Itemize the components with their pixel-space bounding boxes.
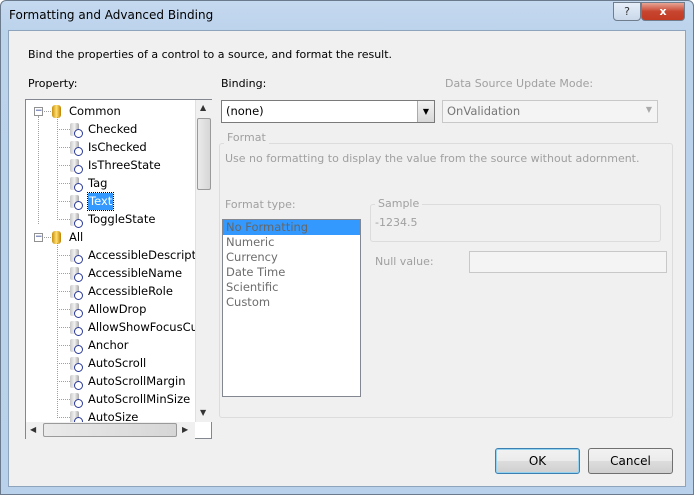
property-unbound-icon — [70, 177, 83, 192]
tree-line — [57, 381, 70, 382]
tree-item[interactable]: Text — [86, 192, 115, 211]
sample-label: Sample — [375, 197, 423, 210]
null-value-label: Null value: — [375, 255, 434, 268]
tree-item[interactable]: AutoScroll — [88, 355, 146, 372]
tree-item[interactable]: IsThreeState — [88, 157, 161, 174]
scroll-down-arrow-icon[interactable]: ▼ — [200, 408, 206, 417]
tree-line — [57, 417, 70, 418]
tree-line — [57, 201, 70, 202]
property-unbound-icon — [70, 321, 83, 336]
tree-item[interactable]: AccessibleName — [88, 265, 182, 282]
chevron-down-icon: ▼ — [645, 105, 652, 114]
window-title: Formatting and Advanced Binding — [9, 8, 214, 22]
property-label: Property: — [28, 77, 78, 90]
property-unbound-icon — [70, 357, 83, 372]
tree-line — [57, 363, 70, 364]
scroll-left-arrow-icon[interactable]: ◀ — [30, 425, 36, 434]
scroll-right-arrow-icon[interactable]: ▶ — [182, 425, 188, 434]
property-unbound-icon — [70, 285, 83, 300]
binding-label: Binding: — [221, 77, 267, 90]
update-mode-dropdown[interactable]: OnValidation ▼ — [442, 100, 658, 123]
tree-line — [44, 111, 51, 112]
tree-line — [57, 327, 70, 328]
tree-line — [44, 237, 51, 238]
format-type-list[interactable]: No Formatting Numeric Currency Date Time Sci… — [222, 219, 361, 397]
property-unbound-icon — [70, 159, 83, 174]
property-unbound-icon — [70, 339, 83, 354]
binding-dropdown[interactable]: (none) ▼ — [221, 100, 435, 123]
tree-item[interactable]: AccessibleDescriptio — [88, 247, 206, 264]
tree-line — [57, 243, 58, 418]
format-type-option[interactable]: Custom — [223, 295, 360, 310]
tree-item[interactable]: AllowShowFocusCu — [88, 319, 198, 336]
property-unbound-icon — [70, 303, 83, 318]
format-type-option[interactable]: Date Time — [223, 265, 360, 280]
close-button[interactable]: x — [641, 2, 685, 21]
tree-line — [57, 147, 70, 148]
tree-line — [57, 399, 70, 400]
tree-line — [57, 255, 70, 256]
ok-button[interactable]: OK — [495, 448, 580, 474]
cancel-button[interactable]: Cancel — [588, 448, 673, 474]
null-value-input[interactable] — [469, 251, 667, 273]
property-unbound-icon — [70, 213, 83, 228]
property-tree[interactable]: − Common Checked IsChecked IsThreeState … — [25, 99, 212, 439]
tree-line — [57, 219, 70, 220]
collapse-toggle-icon[interactable]: − — [34, 233, 43, 242]
sample-value: -1234.5 — [375, 216, 418, 229]
tree-item[interactable]: AccessibleRole — [88, 283, 173, 300]
tree-line — [38, 116, 39, 224]
tree-line — [57, 291, 70, 292]
tree-item[interactable]: Checked — [88, 121, 137, 138]
property-unbound-icon — [70, 393, 83, 408]
tree-line — [57, 273, 70, 274]
help-button[interactable]: ? — [613, 2, 641, 21]
horizontal-scroll-thumb[interactable] — [43, 423, 177, 437]
tree-line — [57, 165, 70, 166]
tree-item[interactable]: IsChecked — [88, 139, 147, 156]
tree-item[interactable]: Anchor — [88, 337, 129, 354]
format-type-option[interactable]: Scientific — [223, 280, 360, 295]
tree-line — [57, 183, 70, 184]
tree-line — [57, 309, 70, 310]
horizontal-scrollbar[interactable]: ◀ ▶ — [26, 422, 195, 439]
update-mode-value: OnValidation — [447, 104, 521, 118]
tree-item[interactable]: AutoScrollMargin — [88, 373, 186, 390]
property-unbound-icon — [70, 123, 83, 138]
property-unbound-icon — [70, 141, 83, 156]
tree-item[interactable]: ToggleState — [88, 211, 155, 228]
vertical-scroll-thumb[interactable] — [197, 118, 211, 190]
format-group-title: Format — [224, 131, 269, 144]
tree-item[interactable]: AutoScrollMinSize — [88, 391, 190, 408]
format-type-option[interactable]: No Formatting — [223, 220, 360, 235]
format-type-option[interactable]: Currency — [223, 250, 360, 265]
property-unbound-icon — [70, 267, 83, 282]
tree-line — [57, 345, 70, 346]
chevron-down-icon[interactable]: ▼ — [417, 101, 434, 122]
property-unbound-icon — [70, 249, 83, 264]
property-unbound-icon — [70, 195, 83, 210]
scroll-up-arrow-icon[interactable]: ▲ — [200, 103, 206, 112]
format-type-label: Format type: — [225, 198, 296, 211]
vertical-scrollbar[interactable]: ▲ ▼ — [195, 100, 212, 422]
tree-group-common[interactable]: Common — [69, 103, 121, 120]
binding-value: (none) — [226, 104, 264, 118]
format-type-option[interactable]: Numeric — [223, 235, 360, 250]
property-unbound-icon — [70, 375, 83, 390]
collapse-toggle-icon[interactable]: − — [34, 107, 43, 116]
tree-line — [57, 117, 58, 220]
update-mode-label: Data Source Update Mode: — [445, 77, 594, 90]
tree-item[interactable]: AllowDrop — [88, 301, 146, 318]
tree-line — [57, 129, 70, 130]
tree-item[interactable]: Tag — [88, 175, 107, 192]
description: Bind the properties of a control to a so… — [28, 48, 393, 61]
tree-group-all[interactable]: All — [69, 229, 83, 246]
format-hint: Use no formatting to display the value f… — [225, 152, 640, 165]
